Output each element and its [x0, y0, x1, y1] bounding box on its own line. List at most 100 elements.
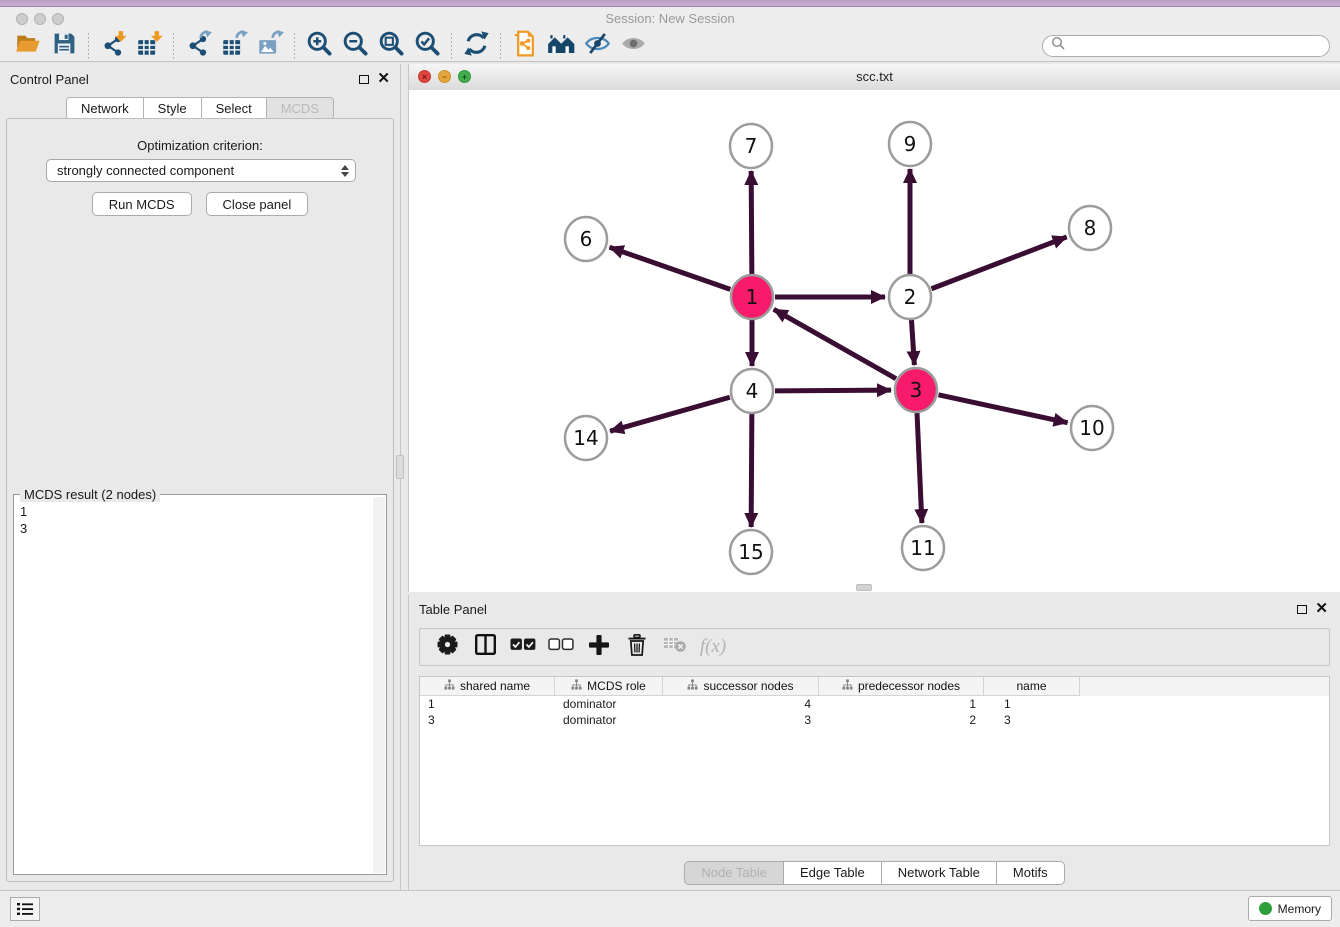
new-network-from-selection-button[interactable] — [507, 31, 543, 61]
close-panel-button[interactable]: Close panel — [206, 192, 309, 216]
task-history-button[interactable] — [10, 897, 40, 921]
mcds-result-text[interactable]: 13 — [14, 497, 373, 874]
graph-node-14[interactable]: 14 — [565, 416, 607, 460]
table-cell[interactable]: 4 — [663, 696, 819, 712]
svg-text:6: 6 — [580, 227, 593, 251]
run-mcds-button[interactable]: Run MCDS — [92, 192, 192, 216]
select-all-button[interactable] — [504, 631, 542, 663]
table-cell[interactable]: 3 — [420, 712, 555, 728]
table-cell[interactable]: 1 — [819, 696, 984, 712]
graph-node-7[interactable]: 7 — [730, 124, 772, 168]
delete-column-button — [656, 631, 694, 663]
edge-4-15[interactable] — [751, 414, 752, 527]
import-table-button[interactable] — [131, 31, 167, 61]
column-header-name[interactable]: name — [984, 677, 1080, 696]
search-box[interactable] — [1042, 35, 1330, 57]
settings-button[interactable] — [428, 631, 466, 663]
table-row[interactable]: 3dominator323 — [420, 712, 1329, 728]
svg-text:10: 10 — [1079, 416, 1104, 440]
edge-3-11[interactable] — [917, 413, 922, 523]
canvas-scrollbar-thumb[interactable] — [856, 584, 872, 591]
show-all-button[interactable] — [615, 31, 651, 61]
import-network-button[interactable] — [95, 31, 131, 61]
deselect-all-icon — [548, 638, 574, 656]
tab-edge-table[interactable]: Edge Table — [784, 861, 882, 885]
tab-node-table[interactable]: Node Table — [684, 861, 784, 885]
zoom-in-button[interactable] — [301, 31, 337, 61]
zoom-out-button[interactable] — [337, 31, 373, 61]
tab-motifs[interactable]: Motifs — [997, 861, 1065, 885]
zoom-selected-button[interactable] — [409, 31, 445, 61]
open-session-button[interactable] — [10, 31, 46, 61]
graph-node-1[interactable]: 1 — [731, 275, 773, 319]
table-cell[interactable]: 2 — [819, 712, 984, 728]
edge-4-14[interactable] — [610, 397, 730, 431]
edge-2-8[interactable] — [931, 237, 1066, 289]
column-header-shared-name[interactable]: shared name — [420, 677, 555, 696]
mcds-result-box: MCDS result (2 nodes) 13 — [13, 494, 387, 875]
tab-network[interactable]: Network — [66, 97, 144, 120]
table-cell[interactable]: 3 — [663, 712, 819, 728]
table-cell[interactable]: dominator — [555, 696, 663, 712]
graph-node-10[interactable]: 10 — [1071, 406, 1113, 450]
criterion-select[interactable]: strongly connected component — [46, 159, 356, 182]
float-table-panel-icon[interactable] — [1297, 605, 1307, 614]
graph-node-11[interactable]: 11 — [902, 526, 944, 570]
svg-text:2: 2 — [904, 285, 917, 309]
tab-style[interactable]: Style — [144, 97, 202, 120]
graph-node-2[interactable]: 2 — [889, 275, 931, 319]
column-tree-icon — [571, 679, 582, 693]
column-label: successor nodes — [703, 679, 793, 693]
network-window-titlebar[interactable]: × − + scc.txt — [409, 64, 1340, 91]
export-network-button[interactable] — [180, 31, 216, 61]
open-session-icon — [15, 30, 42, 62]
column-header-MCDS-role[interactable]: MCDS role — [555, 677, 663, 696]
graph-node-8[interactable]: 8 — [1069, 206, 1111, 250]
result-scrollbar[interactable] — [373, 497, 385, 873]
first-neighbors-button[interactable] — [543, 31, 579, 61]
tab-select[interactable]: Select — [202, 97, 267, 120]
list-icon — [17, 902, 33, 916]
refresh-button[interactable] — [458, 31, 494, 61]
delete-row-button[interactable] — [618, 631, 656, 663]
deselect-all-button[interactable] — [542, 631, 580, 663]
panel-splitter-handle[interactable] — [396, 455, 404, 479]
memory-label: Memory — [1278, 902, 1321, 916]
table-cell[interactable]: 3 — [984, 712, 1080, 728]
hide-selected-button[interactable] — [579, 31, 615, 61]
graph-node-15[interactable]: 15 — [730, 530, 772, 574]
zoom-fit-button[interactable] — [373, 31, 409, 61]
tab-mcds[interactable]: MCDS — [267, 97, 334, 120]
save-session-button[interactable] — [46, 31, 82, 61]
graph-node-4[interactable]: 4 — [731, 369, 773, 413]
edge-4-3[interactable] — [775, 390, 891, 391]
edge-3-1[interactable] — [774, 309, 896, 378]
table-row[interactable]: 1dominator411 — [420, 696, 1329, 712]
graph-node-9[interactable]: 9 — [889, 122, 931, 166]
search-input[interactable] — [1070, 38, 1321, 54]
close-panel-icon[interactable]: ✕ — [377, 74, 390, 84]
main-toolbar — [0, 30, 1340, 62]
graph-node-3[interactable]: 3 — [895, 368, 937, 412]
column-header-successor-nodes[interactable]: successor nodes — [663, 677, 819, 696]
tab-network-table[interactable]: Network Table — [882, 861, 997, 885]
memory-button[interactable]: Memory — [1248, 896, 1332, 921]
close-table-panel-icon[interactable]: ✕ — [1315, 604, 1328, 614]
table-cell[interactable]: dominator — [555, 712, 663, 728]
float-panel-icon[interactable] — [359, 75, 369, 84]
export-table-button[interactable] — [216, 31, 252, 61]
edge-1-7[interactable] — [751, 171, 752, 274]
edge-3-10[interactable] — [938, 395, 1067, 423]
column-header-predecessor-nodes[interactable]: predecessor nodes — [819, 677, 984, 696]
settings-icon — [437, 634, 458, 660]
table-cell[interactable]: 1 — [984, 696, 1080, 712]
table-cell[interactable]: 1 — [420, 696, 555, 712]
export-image-button[interactable] — [252, 31, 288, 61]
add-row-button[interactable] — [580, 631, 618, 663]
network-canvas[interactable]: 7 9 6 8 1 2 4 3 14 10 15 11 — [409, 90, 1340, 592]
svg-text:15: 15 — [738, 540, 763, 564]
edge-2-3[interactable] — [911, 320, 914, 365]
graph-node-6[interactable]: 6 — [565, 217, 607, 261]
show-columns-button[interactable] — [466, 631, 504, 663]
edge-1-6[interactable] — [610, 247, 731, 289]
